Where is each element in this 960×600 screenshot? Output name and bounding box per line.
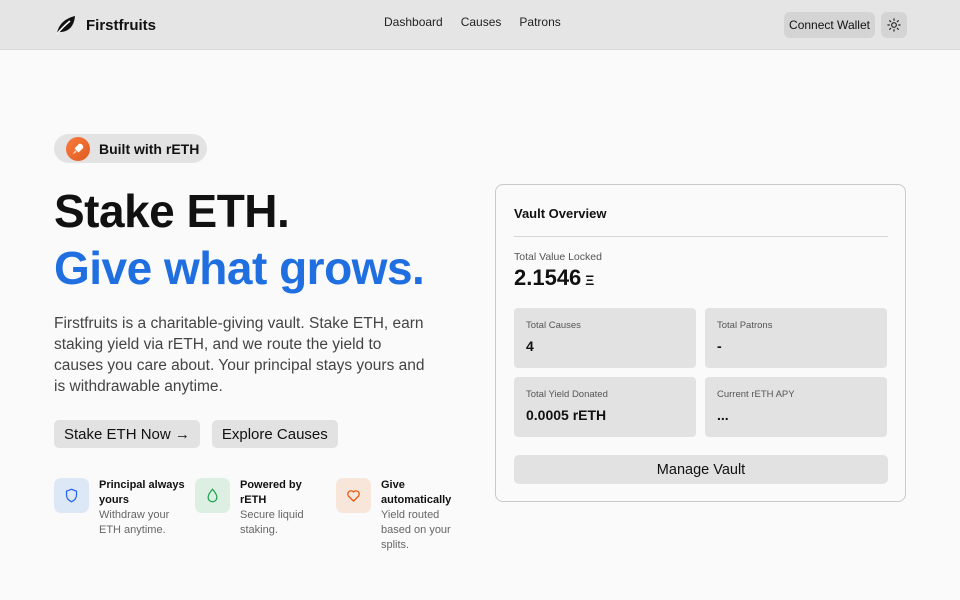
stat-value: - [717,338,722,354]
stat-total-causes: Total Causes 4 [514,308,696,368]
nav-patrons[interactable]: Patrons [519,15,560,29]
stat-current-apy: Current rETH APY ... [705,377,887,437]
stat-total-yield-donated: Total Yield Donated 0.0005 rETH [514,377,696,437]
theme-toggle-button[interactable] [881,12,907,38]
feature-reth: Powered by rETH Secure liquid staking. [195,478,330,538]
brand[interactable]: Firstfruits [54,13,156,37]
feature-subtitle: Yield routed based on your splits. [381,509,451,551]
brand-name: Firstfruits [86,16,157,34]
feature-give: Give automatically Yield routed based on… [336,478,471,553]
built-with-reth-badge: Built with rETH [54,134,207,163]
feature-principal: Principal always yours Withdraw your ETH… [54,478,189,538]
vault-title: Vault Overview [514,206,607,221]
eth-symbol: Ξ [585,272,595,288]
nav-dashboard[interactable]: Dashboard [384,15,443,29]
tvl-amount: 2.1546 [514,265,582,290]
feature-title: Give automatically [381,479,452,506]
rocket-icon [66,136,90,161]
stat-label: Total Yield Donated [526,389,608,400]
feature-title: Powered by rETH [240,479,302,506]
vault-overview-card: Vault Overview Total Value Locked 2.1546… [495,184,906,502]
connect-wallet-button[interactable]: Connect Wallet [784,12,875,38]
hero-title-line1: Stake ETH. [54,185,290,237]
tvl-label: Total Value Locked [514,251,602,263]
heart-icon [336,478,371,513]
hero-title-line2: Give what grows. [54,242,425,294]
feature-subtitle: Secure liquid staking. [240,509,304,536]
stat-label: Current rETH APY [717,389,795,400]
badge-label: Built with rETH [99,140,200,157]
stat-value: 0.0005 rETH [526,407,607,423]
hero-description: Firstfruits is a charitable-giving vault… [54,315,425,395]
stat-label: Total Causes [526,320,581,331]
top-navbar: Firstfruits Dashboard Causes Patrons Con… [0,0,960,50]
main-nav: Dashboard Causes Patrons [384,15,561,29]
explore-causes-button[interactable]: Explore Causes [211,420,338,448]
tvl-value: 2.1546 Ξ [514,265,594,291]
cta-row: Stake ETH Now → Explore Causes [54,420,338,448]
nav-causes[interactable]: Causes [461,15,502,29]
sun-icon [887,18,901,32]
feature-title: Principal always yours [99,479,185,506]
leaf-logo-icon [56,16,75,35]
divider [514,236,888,237]
stat-value: ... [717,407,729,423]
shield-icon [54,478,89,513]
manage-vault-button[interactable]: Manage Vault [514,455,888,484]
droplet-icon [195,478,230,513]
stake-eth-button[interactable]: Stake ETH Now → [54,420,200,448]
stat-total-patrons: Total Patrons - [705,308,887,368]
stat-value: 4 [526,338,534,354]
feature-subtitle: Withdraw your ETH anytime. [99,509,170,536]
stat-label: Total Patrons [717,320,773,331]
